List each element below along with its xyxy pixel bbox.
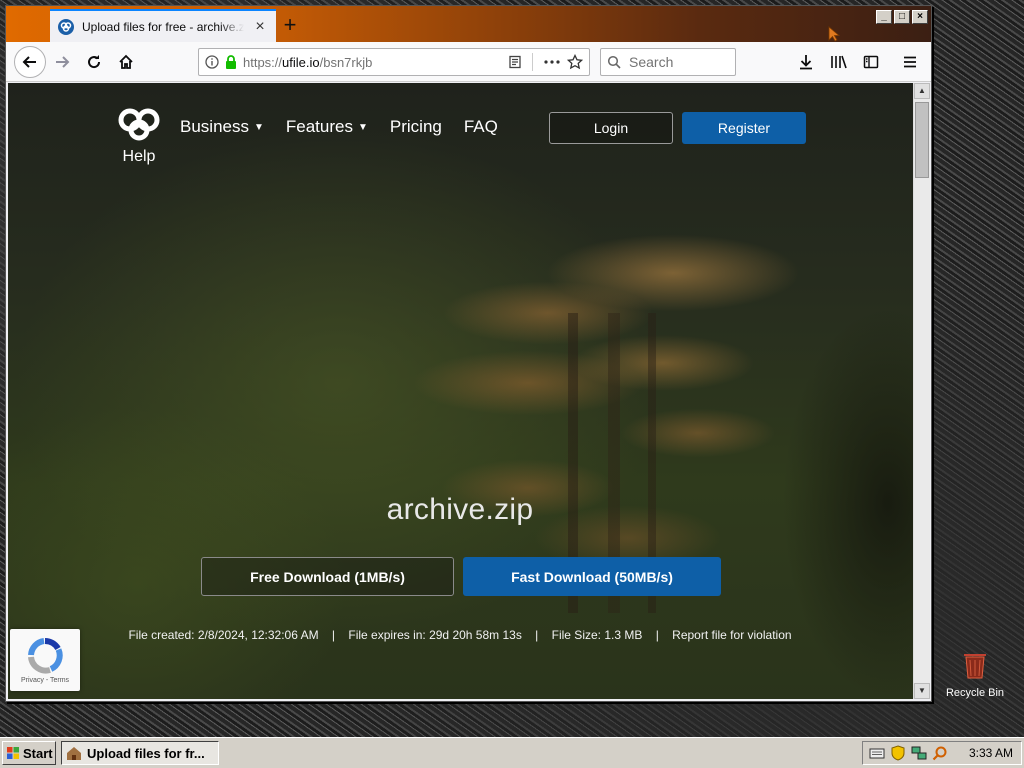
scrollbar-thumb[interactable] [915, 102, 929, 178]
ufile-favicon-icon [58, 18, 74, 35]
arrow-right-icon [56, 56, 70, 68]
reload-button[interactable] [80, 48, 108, 76]
minimize-button[interactable]: _ [876, 10, 892, 24]
info-icon[interactable] [205, 55, 219, 69]
keyboard-icon[interactable] [869, 746, 885, 760]
start-label: Start [23, 745, 53, 761]
library-icon [831, 55, 847, 69]
nav-features[interactable]: Features ▼ [286, 117, 368, 137]
taskbar: Start Upload files for fr... 3:33 AM [0, 737, 1024, 768]
forward-button[interactable] [48, 48, 76, 76]
taskbar-item-label: Upload files for fr... [87, 745, 205, 761]
recaptcha-icon [28, 637, 63, 674]
file-expires: File expires in: 29d 20h 58m 13s [348, 628, 522, 642]
nav-pricing-label: Pricing [389, 117, 442, 136]
clock: 3:33 AM [968, 746, 1013, 760]
hamburger-icon [904, 56, 916, 68]
back-button[interactable] [14, 46, 46, 78]
maximize-button[interactable]: □ [894, 10, 910, 24]
recaptcha-terms[interactable]: Privacy - Terms [21, 677, 69, 684]
report-file-link[interactable]: Report file for violation [672, 628, 791, 642]
tab-close-icon[interactable]: × [252, 18, 268, 35]
file-name: archive.zip [386, 493, 534, 526]
download-icon [800, 55, 812, 70]
info-separator: | [331, 628, 336, 642]
site-nav: Business ▼ Features ▼ Pricing FAQ [180, 117, 498, 137]
navigation-toolbar: https://ufile.io/bsn7rkjb [6, 42, 931, 82]
library-button[interactable] [829, 52, 849, 72]
search-input[interactable] [629, 54, 719, 70]
reload-icon [88, 55, 101, 69]
nav-faq[interactable]: FAQ [464, 117, 498, 137]
bookmark-star-icon[interactable] [567, 54, 583, 70]
mouse-cursor [828, 26, 841, 47]
system-tray: 3:33 AM [862, 741, 1022, 765]
web-page: Help Business ▼ Features ▼ Pricing FAQ L… [8, 83, 914, 699]
url-text[interactable]: https://ufile.io/bsn7rkjb [243, 55, 502, 70]
search-tray-icon[interactable] [932, 745, 948, 761]
url-bar[interactable]: https://ufile.io/bsn7rkjb [198, 48, 590, 76]
windows-logo-icon [7, 747, 19, 759]
tab-active[interactable]: Upload files for free - archive.zip - uf… [50, 9, 276, 42]
page-actions-icon[interactable] [543, 55, 561, 69]
scroll-down-icon[interactable]: ▼ [914, 683, 930, 699]
sidebar-toggle-button[interactable] [861, 52, 881, 72]
scroll-up-icon[interactable]: ▲ [914, 83, 930, 99]
file-size: File Size: 1.3 MB [551, 628, 643, 642]
new-tab-button[interactable]: + [276, 12, 304, 40]
reader-view-icon[interactable] [508, 55, 522, 69]
downloads-button[interactable] [796, 52, 816, 72]
recycle-bin-label: Recycle Bin [945, 687, 1005, 699]
help-link[interactable]: Help [114, 148, 164, 166]
free-download-button[interactable]: Free Download (1MB/s) [201, 557, 454, 596]
tab-strip: Upload files for free - archive.zip - uf… [6, 6, 931, 42]
nav-faq-label: FAQ [463, 117, 498, 136]
login-button[interactable]: Login [549, 112, 673, 144]
nav-pricing[interactable]: Pricing [390, 117, 442, 137]
home-button[interactable] [112, 48, 140, 76]
home-icon [119, 54, 133, 69]
start-button[interactable]: Start [2, 741, 56, 765]
network-icon[interactable] [911, 745, 927, 761]
arrow-left-icon [22, 56, 36, 68]
info-separator: | [535, 628, 539, 642]
nav-business-label: Business [180, 117, 249, 136]
fast-download-button[interactable]: Fast Download (50MB/s) [463, 557, 721, 596]
taskbar-item-browser[interactable]: Upload files for fr... [61, 741, 219, 765]
browser-window: Upload files for free - archive.zip - uf… [5, 5, 932, 702]
window-controls: _ □ × [876, 10, 928, 24]
chevron-down-icon: ▼ [357, 121, 368, 133]
recycle-bin[interactable]: Recycle Bin [942, 650, 1008, 699]
site-logo[interactable]: Help [114, 107, 164, 166]
search-icon [607, 55, 621, 69]
chevron-down-icon: ▼ [253, 121, 264, 133]
file-info: File created: 2/8/2024, 12:32:06 AM | Fi… [108, 623, 812, 647]
urlbar-divider [532, 53, 533, 71]
file-created: File created: 2/8/2024, 12:32:06 AM [128, 628, 319, 642]
app-icon [67, 747, 81, 760]
register-button[interactable]: Register [682, 112, 806, 144]
recycle-bin-icon [964, 654, 986, 679]
ufile-logo-icon [118, 108, 160, 141]
shield-icon[interactable] [890, 745, 906, 761]
menu-button[interactable] [900, 52, 920, 72]
nav-features-label: Features [285, 117, 353, 136]
page-scrollbar[interactable]: ▲ ▼ [913, 83, 930, 699]
info-separator: | [655, 628, 659, 642]
close-window-button[interactable]: × [912, 10, 928, 24]
search-bar[interactable] [600, 48, 736, 76]
sidebar-icon [863, 55, 879, 69]
tab-title: Upload files for free - archive.zip - uf… [82, 19, 244, 34]
recaptcha-badge[interactable]: Privacy - Terms [10, 629, 80, 691]
lock-icon[interactable] [225, 55, 237, 69]
nav-business[interactable]: Business ▼ [180, 117, 264, 137]
